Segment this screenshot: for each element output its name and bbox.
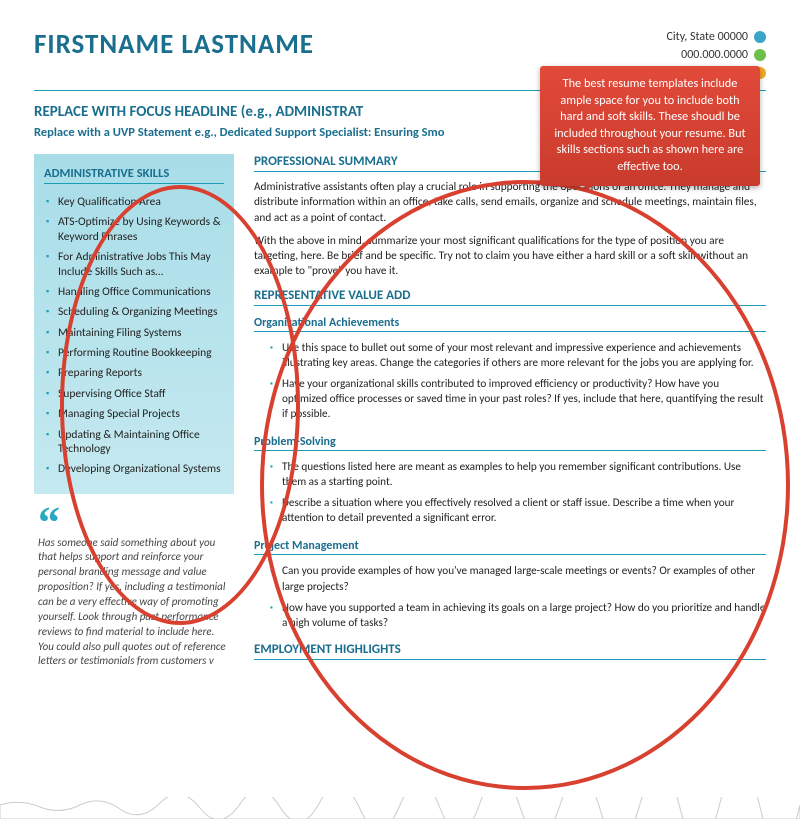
phone-text: 000.000.0000 bbox=[681, 46, 748, 64]
skills-box: ADMINISTRATIVE SKILLS Key Qualification … bbox=[34, 154, 234, 494]
value-subheading: Organizational Achievements bbox=[254, 316, 766, 332]
skills-heading: ADMINISTRATIVE SKILLS bbox=[44, 166, 224, 184]
value-bullet: How have you supported a team in achievi… bbox=[270, 598, 766, 634]
skill-item: Performing Routine Bookkeeping bbox=[44, 343, 224, 363]
value-bullet: Have your organizational skills contribu… bbox=[270, 374, 766, 425]
value-bullet: The questions listed here are meant as e… bbox=[270, 457, 766, 493]
two-column-layout: ADMINISTRATIVE SKILLS Key Qualification … bbox=[34, 154, 766, 669]
candidate-name: FIRSTNAME LASTNAME bbox=[34, 28, 314, 61]
skill-item: Developing Organizational Systems bbox=[44, 459, 224, 479]
value-bullets: Can you provide examples of how you've m… bbox=[254, 561, 766, 633]
skill-item: Updating & Maintaining Office Technology bbox=[44, 425, 224, 460]
value-add-heading: REPRESENTATIVE VALUE ADD bbox=[254, 288, 766, 306]
testimonial-text: Has someone said something about you tha… bbox=[38, 536, 230, 670]
summary-p1: Administrative assistants often play a c… bbox=[254, 180, 766, 226]
value-bullet: Can you provide examples of how you've m… bbox=[270, 561, 766, 597]
skill-item: For Administrative Jobs This May Include… bbox=[44, 247, 224, 282]
skill-item: ATS-Optimize by Using Keywords & Keyword… bbox=[44, 212, 224, 247]
value-subheading: Problem-Solving bbox=[254, 435, 766, 451]
value-bullet: Describe a situation where you effective… bbox=[270, 493, 766, 529]
value-bullet: Use this space to bullet out some of you… bbox=[270, 338, 766, 374]
skill-item: Key Qualification Area bbox=[44, 192, 224, 212]
torn-edge bbox=[0, 797, 800, 819]
value-bullets: Use this space to bullet out some of you… bbox=[254, 338, 766, 426]
employment-heading: EMPLOYMENT HIGHLIGHTS bbox=[254, 642, 766, 660]
skill-item: Handling Office Communications bbox=[44, 282, 224, 302]
location-icon bbox=[754, 31, 766, 43]
skill-item: Scheduling & Organizing Meetings bbox=[44, 302, 224, 322]
skills-list: Key Qualification Area ATS-Optimize by U… bbox=[44, 192, 224, 480]
contact-phone: 000.000.0000 bbox=[639, 46, 766, 64]
contact-location: City, State 00000 bbox=[639, 28, 766, 46]
testimonial-block: “ Has someone said something about you t… bbox=[34, 510, 234, 670]
summary-p2: With the above in mind, summarize your m… bbox=[254, 234, 766, 280]
skill-item: Maintaining Filing Systems bbox=[44, 323, 224, 343]
sidebar: ADMINISTRATIVE SKILLS Key Qualification … bbox=[34, 154, 234, 669]
skill-item: Preparing Reports bbox=[44, 363, 224, 383]
skill-item: Managing Special Projects bbox=[44, 404, 224, 424]
phone-icon bbox=[754, 49, 766, 61]
quote-mark-icon: “ bbox=[38, 510, 230, 530]
skill-item: Supervising Office Staff bbox=[44, 384, 224, 404]
location-text: City, State 00000 bbox=[667, 28, 748, 46]
value-bullets: The questions listed here are meant as e… bbox=[254, 457, 766, 529]
value-subheading: Project Management bbox=[254, 539, 766, 555]
main-column: PROFESSIONAL SUMMARY Administrative assi… bbox=[254, 154, 766, 669]
annotation-callout: The best resume templates include ample … bbox=[540, 66, 760, 186]
